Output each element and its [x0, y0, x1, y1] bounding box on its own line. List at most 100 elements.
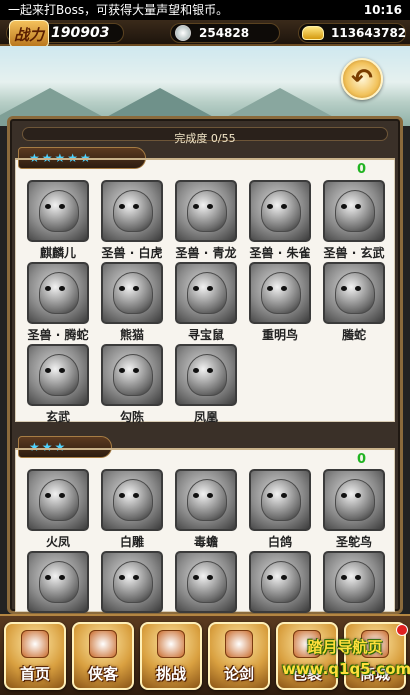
- creature-eye: [281, 286, 287, 291]
- creature-card[interactable]: [101, 551, 163, 613]
- creature-card[interactable]: [323, 262, 385, 324]
- creature-card[interactable]: [323, 180, 385, 242]
- creature-eye: [193, 204, 199, 209]
- nav-home-icon: [21, 630, 49, 658]
- creature-card[interactable]: [27, 469, 89, 531]
- nav-home-button[interactable]: 首页: [4, 622, 66, 690]
- creature-portrait: [113, 479, 153, 521]
- nav-heroes-button[interactable]: 侠客: [72, 622, 134, 690]
- gold-value: 113643782: [331, 26, 407, 40]
- three-star-rank-banner: ★★★: [18, 436, 112, 458]
- creature-portrait: [113, 272, 153, 314]
- creature-eye: [133, 286, 139, 291]
- creature-card[interactable]: [249, 469, 311, 531]
- power-value: 190903: [51, 25, 110, 41]
- creature-eye: [267, 286, 273, 291]
- nav-challenge-button[interactable]: 挑战: [140, 622, 202, 690]
- creature-name: 圣兽 · 白虎: [101, 246, 163, 260]
- creature-eye: [341, 575, 347, 580]
- creature-card[interactable]: [249, 551, 311, 613]
- creature-card[interactable]: [101, 344, 163, 406]
- creature-eye: [281, 493, 287, 498]
- clock: 10:16: [363, 3, 402, 17]
- creature-name: 凤凰: [193, 410, 218, 424]
- creature-eye: [59, 493, 65, 498]
- creature-eye: [207, 493, 213, 498]
- creature-name: 麒麟儿: [39, 246, 76, 260]
- creature-card[interactable]: [101, 180, 163, 242]
- back-button[interactable]: ↶: [341, 58, 383, 100]
- creature-card[interactable]: [101, 469, 163, 531]
- creature-portrait: [335, 272, 375, 314]
- creature-card[interactable]: [323, 469, 385, 531]
- back-arrow-icon: ↶: [351, 64, 373, 94]
- creature-eye: [119, 286, 125, 291]
- creature-eye: [267, 575, 273, 580]
- creature-name: 白鸽: [267, 535, 292, 549]
- nav-challenge-label: 挑战: [155, 665, 186, 683]
- creature-eye: [355, 493, 361, 498]
- watermark-title: 踏月导航页: [307, 638, 383, 656]
- creature-eye: [207, 368, 213, 373]
- creature-name: 圣兽 · 腾蛇: [27, 328, 89, 342]
- creature-eye: [193, 493, 199, 498]
- creature-eye: [119, 493, 125, 498]
- creature-portrait: [187, 561, 227, 603]
- creature-eye: [45, 286, 51, 291]
- resource-bar: 战力 190903 254828 113643782: [0, 20, 410, 48]
- gold-display[interactable]: 113643782: [298, 23, 406, 43]
- nav-arena-label: 论剑: [223, 665, 254, 683]
- creature-portrait: [113, 354, 153, 396]
- creature-eye: [45, 493, 51, 498]
- creature-name: 火凤: [45, 535, 70, 549]
- section-divider: [15, 158, 395, 160]
- creature-card[interactable]: [27, 262, 89, 324]
- creature-name: 重明鸟: [261, 328, 298, 342]
- creature-card[interactable]: [27, 344, 89, 406]
- creature-eye: [193, 368, 199, 373]
- announcement-marquee: 一起来打Boss，可获得大量声望和银币。: [8, 3, 229, 17]
- creature-portrait: [113, 190, 153, 232]
- creature-card[interactable]: [175, 344, 237, 406]
- creature-card[interactable]: [175, 551, 237, 613]
- creature-eye: [45, 368, 51, 373]
- creature-eye: [281, 204, 287, 209]
- creature-eye: [267, 493, 273, 498]
- creature-card[interactable]: [175, 469, 237, 531]
- creature-card[interactable]: [175, 180, 237, 242]
- five-star-owned-count: 0: [357, 162, 367, 177]
- creature-card[interactable]: [101, 262, 163, 324]
- creature-eye: [207, 286, 213, 291]
- creature-name: 寻宝鼠: [187, 328, 224, 342]
- power-display: 战力 190903: [6, 20, 124, 48]
- creature-name: 毒蟾: [193, 535, 218, 549]
- nav-heroes-icon: [89, 630, 117, 658]
- creature-name: 圣兽 · 朱雀: [249, 246, 311, 260]
- creature-eye: [133, 493, 139, 498]
- creature-card[interactable]: [323, 551, 385, 613]
- creature-portrait: [261, 479, 301, 521]
- creature-eye: [355, 286, 361, 291]
- creature-eye: [281, 575, 287, 580]
- nav-arena-button[interactable]: 论剑: [208, 622, 270, 690]
- creature-portrait: [261, 190, 301, 232]
- creature-portrait: [261, 561, 301, 603]
- creature-name: 玄武: [45, 410, 70, 424]
- creature-eye: [355, 575, 361, 580]
- three-star-owned-count: 0: [357, 452, 367, 467]
- creature-eye: [59, 204, 65, 209]
- creature-name: 圣兽 · 青龙: [175, 246, 237, 260]
- creature-portrait: [39, 354, 79, 396]
- creature-card[interactable]: [27, 180, 89, 242]
- creature-card[interactable]: [175, 262, 237, 324]
- creature-card[interactable]: [249, 262, 311, 324]
- creature-card[interactable]: [249, 180, 311, 242]
- creature-card[interactable]: [27, 551, 89, 613]
- creature-portrait: [39, 479, 79, 521]
- creature-portrait: [39, 272, 79, 314]
- creature-portrait: [335, 190, 375, 232]
- creature-portrait: [113, 561, 153, 603]
- creature-eye: [267, 204, 273, 209]
- gold-ingot-icon: [302, 26, 324, 40]
- creature-eye: [341, 493, 347, 498]
